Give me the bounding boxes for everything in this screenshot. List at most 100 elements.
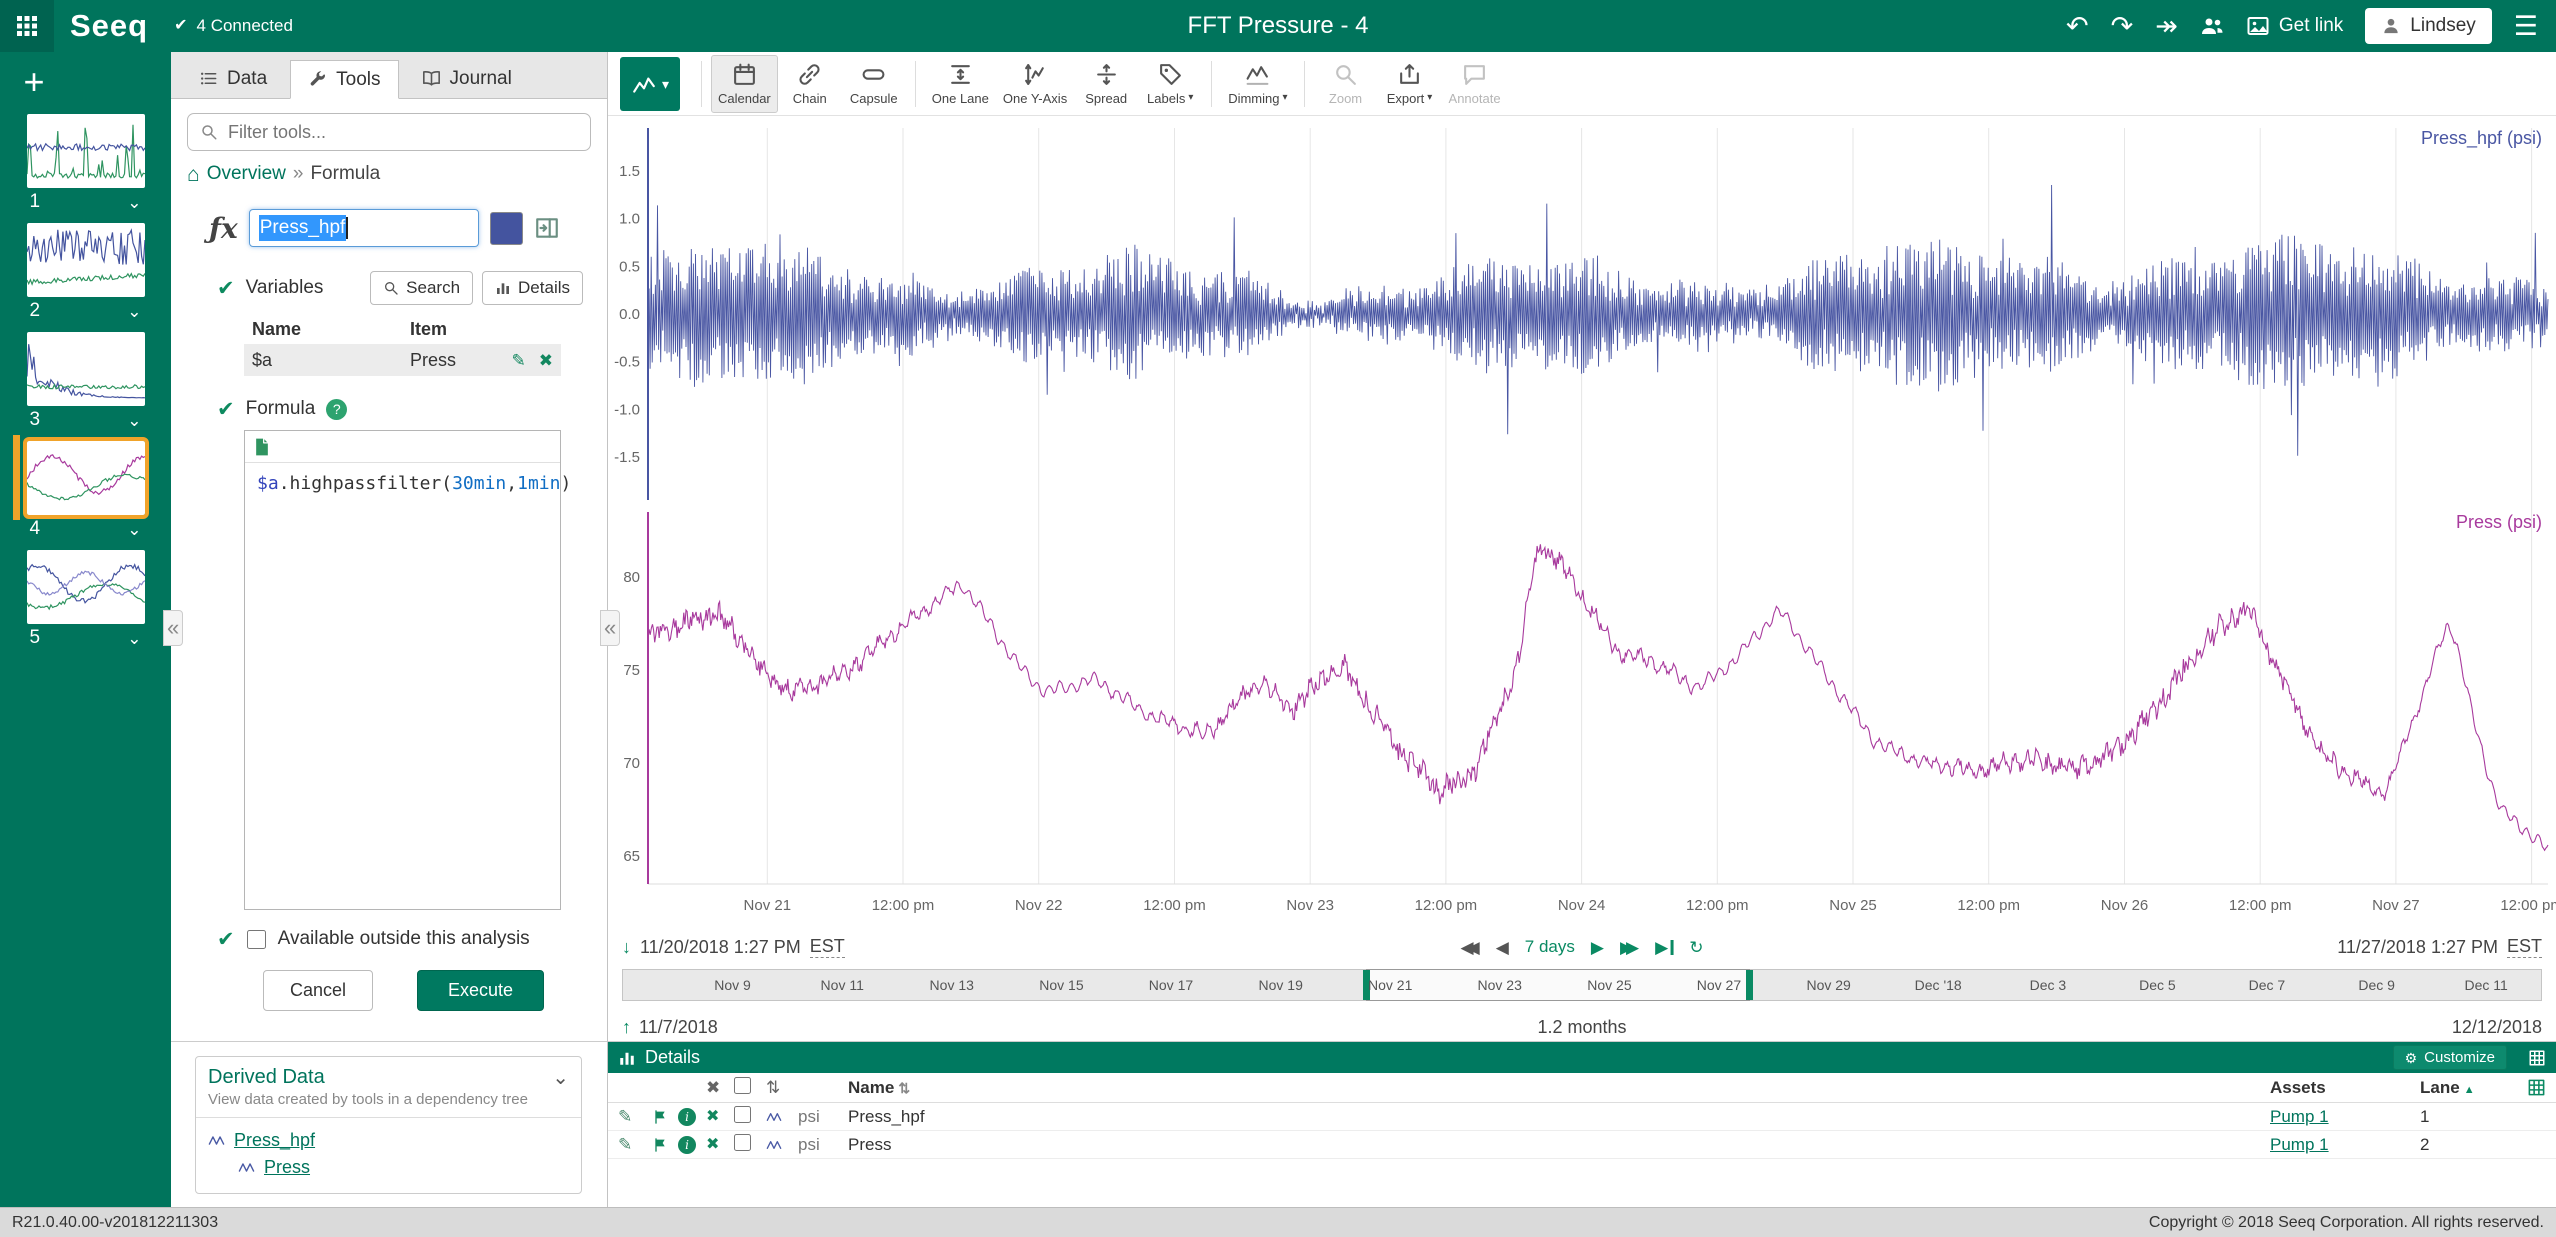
execute-button[interactable]: Execute: [417, 970, 544, 1011]
fast-forward-icon[interactable]: ▶▶: [1620, 939, 1639, 956]
column-lane[interactable]: Lane▲: [2420, 1078, 2504, 1098]
add-worksheet-button[interactable]: +: [12, 60, 56, 104]
chevron-down-icon[interactable]: ⌄: [127, 630, 141, 647]
chevron-down-icon[interactable]: ⌄: [127, 521, 141, 538]
info-icon[interactable]: i: [678, 1136, 696, 1154]
dimming-button[interactable]: Dimming▾: [1221, 55, 1294, 113]
derived-item-link[interactable]: Press_hpf: [234, 1130, 315, 1151]
trend-view-button[interactable]: ▾: [620, 57, 680, 111]
table-grid-icon[interactable]: [2527, 1078, 2546, 1097]
step-back-icon[interactable]: ◀: [1496, 939, 1509, 956]
filter-tools-field[interactable]: [187, 113, 591, 151]
breadcrumb-overview[interactable]: Overview: [207, 163, 286, 185]
range-end-tz[interactable]: EST: [2507, 936, 2542, 958]
variables-details-button[interactable]: Details: [482, 271, 583, 305]
select-all-checkbox[interactable]: [734, 1077, 751, 1094]
chevron-down-icon[interactable]: ⌄: [552, 1068, 569, 1088]
column-name[interactable]: Name⇅: [848, 1078, 2270, 1098]
info-icon[interactable]: i: [678, 1108, 696, 1126]
calendar-button[interactable]: Calendar: [711, 55, 778, 113]
remove-variable-icon[interactable]: ✖: [539, 352, 553, 369]
remove-icon[interactable]: ✖: [706, 1137, 734, 1153]
help-icon[interactable]: ?: [326, 399, 347, 420]
investigate-start-date[interactable]: 11/7/2018: [639, 1017, 718, 1038]
collapse-panel-handle[interactable]: «: [600, 610, 620, 646]
worksheet-thumbnail[interactable]: [27, 550, 145, 624]
range-duration[interactable]: 7 days: [1525, 937, 1575, 957]
refresh-icon[interactable]: ↻: [1689, 939, 1703, 956]
export-button[interactable]: Export▾: [1378, 55, 1442, 113]
row-checkbox[interactable]: [734, 1106, 751, 1123]
layout-grid-icon[interactable]: [2528, 1049, 2546, 1067]
remove-all-icon[interactable]: ✖: [706, 1079, 734, 1096]
skip-to-end-icon[interactable]: ▶: [1655, 939, 1673, 956]
range-start-tz[interactable]: EST: [810, 936, 845, 958]
capsule-button[interactable]: Capsule: [842, 55, 906, 113]
formula-name-input[interactable]: Press_hpf: [249, 209, 479, 247]
rewind-icon[interactable]: ◀◀: [1461, 939, 1480, 956]
tab-data[interactable]: Data: [181, 59, 285, 98]
collapse-sidebar-handle[interactable]: «: [163, 610, 183, 646]
user-menu-button[interactable]: Lindsey: [2365, 8, 2492, 44]
customize-button[interactable]: ⚙ Customize: [2393, 1045, 2507, 1070]
document-icon[interactable]: [252, 437, 272, 457]
asset-link[interactable]: Pump 1: [2270, 1135, 2329, 1154]
filter-tools-input[interactable]: [228, 122, 578, 143]
down-arrow-icon[interactable]: ↓: [622, 938, 631, 956]
connection-status[interactable]: ✔ 4 Connected: [174, 16, 293, 36]
tab-tools[interactable]: Tools: [290, 60, 398, 99]
color-swatch-button[interactable]: [490, 212, 523, 245]
trend-chart-svg[interactable]: Nov 2112:00 pmNov 2212:00 pmNov 2312:00 …: [608, 116, 2556, 931]
hamburger-menu-icon[interactable]: ☰: [2514, 13, 2538, 40]
derived-item-link[interactable]: Press: [264, 1157, 310, 1178]
sort-icon[interactable]: ⇅: [766, 1079, 798, 1096]
formula-code[interactable]: $a.highpassfilter(30min,1min): [245, 463, 560, 504]
signal-name[interactable]: Press_hpf: [848, 1107, 2270, 1127]
formula-editor[interactable]: $a.highpassfilter(30min,1min): [244, 430, 561, 910]
derived-data-header[interactable]: Derived Data ⌄: [196, 1057, 581, 1091]
row-checkbox[interactable]: [734, 1134, 751, 1151]
labels-button[interactable]: Labels▾: [1138, 55, 1202, 113]
get-link-button[interactable]: Get link: [2246, 14, 2343, 38]
edit-variable-icon[interactable]: ✎: [512, 352, 526, 369]
edit-icon[interactable]: ✎: [618, 1108, 652, 1125]
selection-right-handle[interactable]: [1746, 970, 1753, 1000]
step-forward-icon[interactable]: ▶: [1591, 939, 1604, 956]
dock-panel-icon[interactable]: [534, 215, 560, 241]
flag-icon[interactable]: [652, 1137, 678, 1153]
investigate-end-date[interactable]: 12/12/2018: [2452, 1017, 2542, 1038]
edit-icon[interactable]: ✎: [618, 1136, 652, 1153]
range-start-date[interactable]: 11/20/2018 1:27 PM: [640, 937, 801, 958]
cancel-button[interactable]: Cancel: [263, 970, 373, 1011]
overview-selection-window[interactable]: [1366, 969, 1750, 1001]
users-icon[interactable]: [2200, 14, 2224, 38]
variables-search-button[interactable]: Search: [370, 271, 473, 305]
chevron-down-icon[interactable]: ⌄: [127, 194, 141, 211]
spread-button[interactable]: Spread: [1074, 55, 1138, 113]
details-row-press[interactable]: ✎ i ✖ psi Press Pump 1 2: [608, 1131, 2556, 1159]
column-assets[interactable]: Assets: [2270, 1078, 2420, 1098]
one-lane-button[interactable]: One Lane: [925, 55, 996, 113]
signal-name[interactable]: Press: [848, 1135, 2270, 1155]
available-outside-checkbox[interactable]: [247, 930, 266, 949]
worksheet-thumbnail[interactable]: [27, 114, 145, 188]
asset-link[interactable]: Pump 1: [2270, 1107, 2329, 1126]
chain-button[interactable]: Chain: [778, 55, 842, 113]
overview-track[interactable]: Nov 9Nov 11Nov 13Nov 15Nov 17Nov 19Nov 2…: [622, 969, 2542, 1001]
tab-journal[interactable]: Journal: [404, 59, 530, 98]
undo-icon[interactable]: ↶: [2066, 13, 2089, 40]
chevron-down-icon[interactable]: ⌄: [127, 412, 141, 429]
chevron-down-icon[interactable]: ⌄: [127, 303, 141, 320]
apps-grid-button[interactable]: [0, 0, 54, 52]
share-arrow-icon[interactable]: ↠: [2155, 13, 2178, 40]
worksheet-thumbnail[interactable]: [27, 332, 145, 406]
worksheet-thumbnail[interactable]: [27, 441, 145, 515]
flag-icon[interactable]: [652, 1109, 678, 1125]
details-row-press-hpf[interactable]: ✎ i ✖ psi Press_hpf Pump 1 1: [608, 1103, 2556, 1131]
worksheet-thumbnail[interactable]: [27, 223, 145, 297]
redo-icon[interactable]: ↷: [2111, 13, 2134, 40]
home-icon[interactable]: ⌂: [187, 164, 200, 185]
up-arrow-icon[interactable]: ↑: [622, 1018, 631, 1036]
range-end-date[interactable]: 11/27/2018 1:27 PM: [2337, 937, 2498, 958]
one-y-axis-button[interactable]: One Y-Axis: [996, 55, 1074, 113]
